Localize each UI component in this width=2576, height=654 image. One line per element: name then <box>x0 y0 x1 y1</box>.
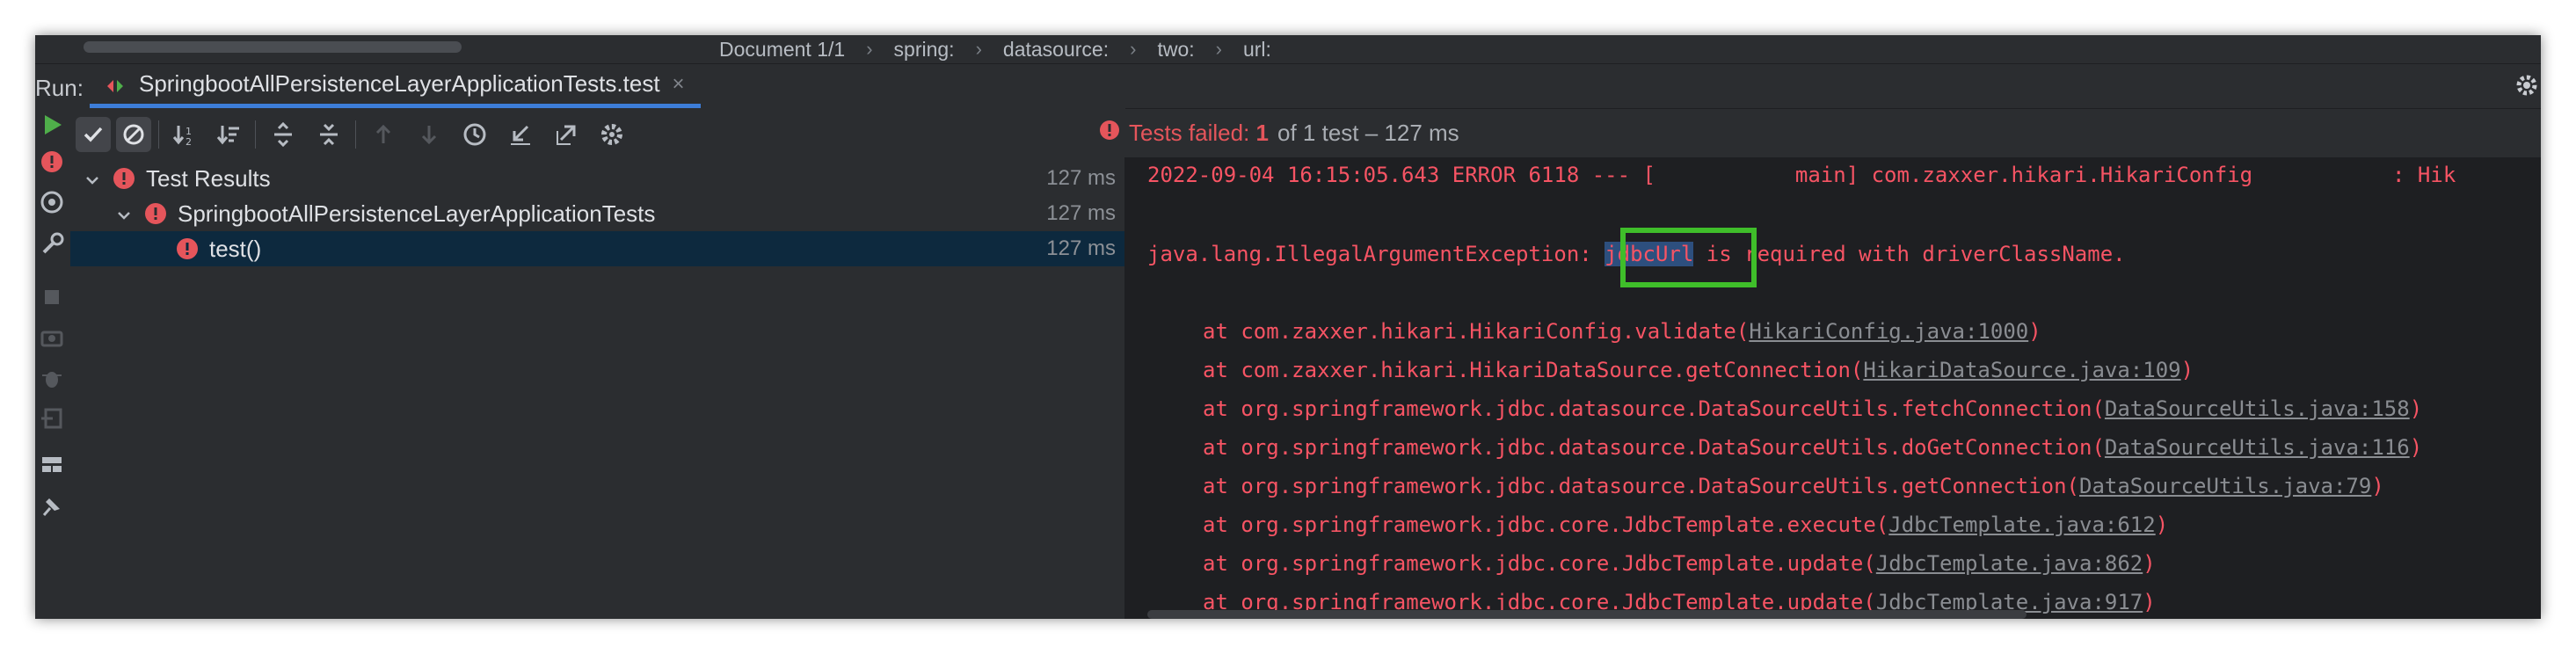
exception-prefix: java.lang.IllegalArgumentException: <box>1147 242 1605 266</box>
annotation-highlight-box <box>1620 228 1757 287</box>
tests-summary-text: of 1 test – 127 ms <box>1277 119 1459 146</box>
run-configuration-tab[interactable]: SpringbootAllPersistenceLayerApplication… <box>90 64 701 108</box>
layout-icon[interactable] <box>39 451 65 477</box>
tree-item-duration: 127 ms <box>1046 166 1116 190</box>
gear-icon[interactable] <box>2514 73 2539 98</box>
breadcrumb-item-url[interactable]: url: <box>1243 38 1271 62</box>
expand-all-icon[interactable] <box>266 117 301 152</box>
chevron-down-icon[interactable] <box>83 169 102 188</box>
collapse-all-icon[interactable] <box>311 117 346 152</box>
next-failed-icon <box>411 117 447 152</box>
breadcrumb-separator: › <box>975 38 982 60</box>
console-output[interactable]: 2022-09-04 16:15:05.643 ERROR 6118 --- [… <box>1125 157 2541 619</box>
test-runner-toolbar: 12 <box>70 108 1125 157</box>
pin-icon[interactable] <box>39 493 65 520</box>
stack-trace-line: at com.zaxxer.hikari.HikariConfig.valida… <box>1203 319 2041 344</box>
exception-suffix: is required with driverClassName. <box>1693 242 2126 266</box>
breadcrumb-separator: › <box>1215 38 1222 60</box>
stop-icon <box>39 284 65 310</box>
wrench-icon[interactable] <box>39 231 65 258</box>
editor-horizontal-scrollbar[interactable] <box>84 41 462 53</box>
settings-icon[interactable] <box>594 117 629 152</box>
run-side-toolbar <box>35 108 71 619</box>
breadcrumb-item-spring[interactable]: spring: <box>894 38 955 62</box>
toggle-autotest-icon[interactable] <box>39 189 65 215</box>
toolbar-divider <box>158 120 159 149</box>
tree-item-label: test() <box>209 235 262 262</box>
breadcrumb-item-document[interactable]: Document 1/1 <box>719 38 845 62</box>
rerun-icon[interactable] <box>39 112 65 138</box>
source-link[interactable]: JdbcTemplate.java:612 <box>1888 512 2155 537</box>
stack-trace-line: at org.springframework.jdbc.core.JdbcTem… <box>1203 551 2156 576</box>
stack-trace-line: at com.zaxxer.hikari.HikariDataSource.ge… <box>1203 358 2194 382</box>
debug-icon <box>39 365 65 391</box>
breadcrumb-separator: › <box>866 38 873 60</box>
console-horizontal-scrollbar[interactable] <box>1147 610 2027 619</box>
toolbar-divider <box>355 120 356 149</box>
breadcrumb-separator: › <box>1130 38 1137 60</box>
error-badge-icon <box>176 237 199 260</box>
error-badge-icon <box>144 202 167 225</box>
editor-breadcrumb-bar: Document 1/1 › spring: › datasource: › t… <box>35 35 2541 63</box>
stack-trace-line: at org.springframework.jdbc.datasource.D… <box>1203 396 2423 421</box>
source-link[interactable]: DataSourceUtils.java:79 <box>2079 474 2371 498</box>
breadcrumb: Document 1/1 › spring: › datasource: › t… <box>719 35 1271 63</box>
run-tool-window-header: Run: SpringbootAllPersistenceLayerApplic… <box>35 63 2541 109</box>
source-link[interactable]: HikariDataSource.java:109 <box>1863 358 2180 382</box>
sort-duration-icon[interactable] <box>211 117 246 152</box>
stack-trace-line: at org.springframework.jdbc.datasource.D… <box>1203 474 2384 498</box>
test-results-tree: Test Results 127 ms SpringbootAllPersist… <box>70 157 1125 619</box>
tree-item-duration: 127 ms <box>1046 201 1116 225</box>
run-tab-label: SpringbootAllPersistenceLayerApplication… <box>139 70 660 97</box>
chevron-down-icon[interactable] <box>114 204 134 223</box>
breadcrumb-item-two[interactable]: two: <box>1157 38 1194 62</box>
error-badge-icon <box>113 167 135 190</box>
tests-failed-label: Tests failed: 1 <box>1129 119 1269 146</box>
error-badge-icon <box>1099 120 1120 147</box>
console-log-line: 2022-09-04 16:15:05.643 ERROR 6118 --- [… <box>1147 163 2456 187</box>
import-tests-icon[interactable] <box>503 117 538 152</box>
toolbar-divider <box>255 120 256 149</box>
show-ignored-icon[interactable] <box>116 117 151 152</box>
previous-failed-icon <box>366 117 401 152</box>
stack-trace-line: at org.springframework.jdbc.core.JdbcTem… <box>1203 512 2169 537</box>
show-passed-icon[interactable] <box>76 117 111 152</box>
tree-item-duration: 127 ms <box>1046 236 1116 260</box>
source-link[interactable]: JdbcTemplate.java:862 <box>1876 551 2143 576</box>
source-link[interactable]: HikariConfig.java:1000 <box>1749 319 2028 344</box>
close-tab-icon[interactable]: × <box>673 72 685 97</box>
ide-window: Document 1/1 › spring: › datasource: › t… <box>35 35 2541 619</box>
tree-row-test-results[interactable]: Test Results 127 ms <box>70 161 1124 196</box>
camera-icon <box>39 324 65 351</box>
sort-alpha-icon[interactable]: 12 <box>167 117 202 152</box>
svg-text:2: 2 <box>186 136 192 147</box>
tree-item-label: Test Results <box>146 164 271 192</box>
test-status-summary: Tests failed: 1 of 1 test – 127 ms <box>1099 108 1459 157</box>
source-link[interactable]: DataSourceUtils.java:158 <box>2105 396 2410 421</box>
tree-row-test-method[interactable]: test() 127 ms <box>70 231 1124 266</box>
tree-item-label: SpringbootAllPersistenceLayerApplication… <box>178 200 656 227</box>
run-label: Run: <box>35 75 84 101</box>
export-tests-icon[interactable] <box>549 117 584 152</box>
history-icon[interactable] <box>457 117 492 152</box>
source-link[interactable]: DataSourceUtils.java:116 <box>2105 435 2410 460</box>
login-icon <box>39 405 65 432</box>
rerun-failed-icon[interactable] <box>39 149 65 175</box>
stack-trace-line: at org.springframework.jdbc.datasource.D… <box>1203 435 2423 460</box>
breadcrumb-item-datasource[interactable]: datasource: <box>1003 38 1109 62</box>
test-config-icon <box>106 75 125 94</box>
tree-row-test-class[interactable]: SpringbootAllPersistenceLayerApplication… <box>70 196 1124 231</box>
